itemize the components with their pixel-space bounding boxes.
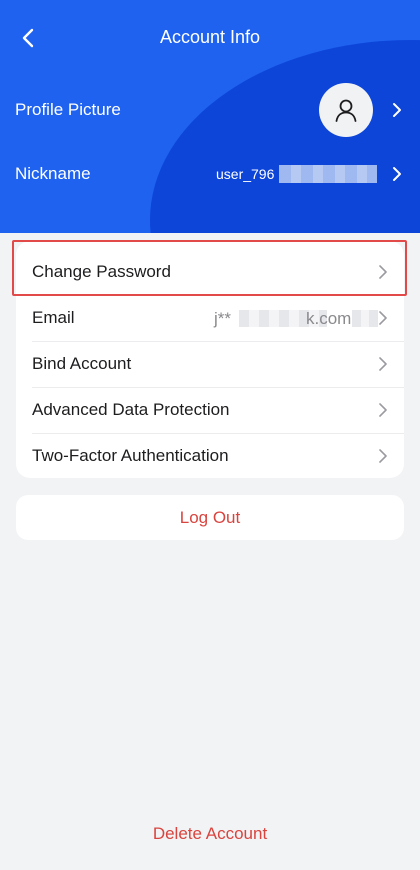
page-title: Account Info [159,27,261,47]
bind-account-row[interactable]: Bind Account [16,341,404,387]
account-header: Account Info Profile Picture Nickname us… [0,0,420,233]
change-password-label: Change Password [32,262,171,281]
avatar[interactable] [319,83,373,137]
advanced-data-protection-row[interactable]: Advanced Data Protection [16,387,404,433]
redaction-mask [279,165,377,183]
email-value-prefix: j** [214,309,232,328]
chevron-right-icon [393,167,401,181]
email-row[interactable]: Email j** k.com [16,295,404,341]
nickname-value: user_796 [216,166,275,182]
redaction-mask [352,310,378,327]
nickname-label: Nickname [15,164,91,183]
chevron-right-icon [379,357,387,371]
profile-picture-row[interactable]: Profile Picture [0,82,420,138]
nickname-row[interactable]: Nickname user_796 [0,150,420,198]
user-silhouette-icon [335,99,357,122]
chevron-right-icon [379,449,387,463]
change-password-row[interactable]: Change Password [16,249,404,295]
delete-account-button[interactable]: Delete Account [0,824,420,844]
chevron-right-icon [393,103,401,117]
two-factor-authentication-row[interactable]: Two-Factor Authentication [16,433,404,479]
advanced-data-protection-label: Advanced Data Protection [32,400,230,419]
email-label: Email [32,308,75,327]
account-settings-card: Change Password Email j** k.com Bind Acc… [16,241,404,478]
email-value-suffix: k.com [306,309,352,328]
two-factor-authentication-label: Two-Factor Authentication [32,446,229,465]
chevron-right-icon [379,403,387,417]
logout-button[interactable]: Log Out [16,495,404,540]
nav-bar: Account Info [0,0,420,76]
account-info-screen: Account Info Profile Picture Nickname us… [0,0,420,870]
profile-picture-label: Profile Picture [15,100,121,119]
bind-account-label: Bind Account [32,354,132,373]
chevron-right-icon [379,265,387,279]
chevron-right-icon [379,311,387,325]
